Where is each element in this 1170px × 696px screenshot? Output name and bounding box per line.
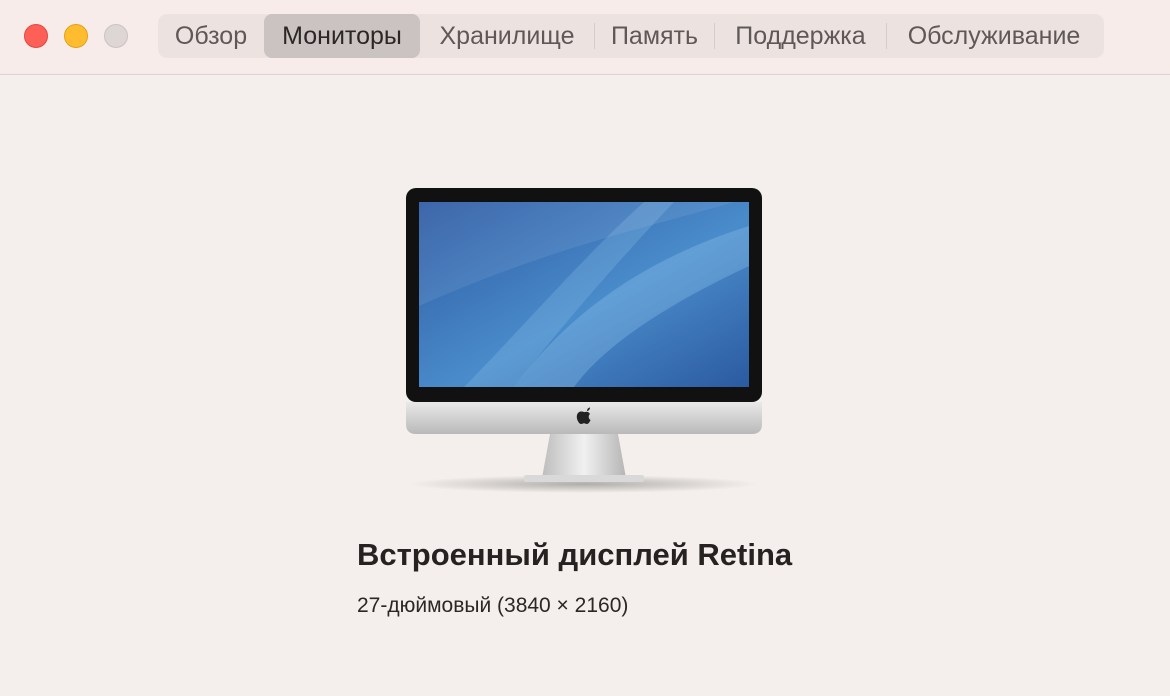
tab-bar: Обзор Мониторы Хранилище Память Поддержк… — [158, 14, 1104, 58]
imac-display-icon — [406, 188, 762, 493]
title-bar: Обзор Мониторы Хранилище Память Поддержк… — [0, 0, 1170, 75]
display-description: 27-дюймовый (3840 × 2160) — [357, 594, 629, 617]
tab-overview[interactable]: Обзор — [158, 14, 264, 58]
tab-memory[interactable]: Память — [595, 14, 714, 58]
about-this-mac-window: Обзор Мониторы Хранилище Память Поддержк… — [0, 0, 1170, 696]
close-button[interactable] — [24, 24, 48, 48]
tab-service[interactable]: Обслуживание — [887, 14, 1101, 58]
tab-displays[interactable]: Мониторы — [264, 14, 420, 58]
zoom-button[interactable] — [104, 24, 128, 48]
tab-support[interactable]: Поддержка — [715, 14, 886, 58]
minimize-button[interactable] — [64, 24, 88, 48]
display-name: Встроенный дисплей Retina — [357, 537, 793, 572]
tab-storage[interactable]: Хранилище — [420, 14, 594, 58]
